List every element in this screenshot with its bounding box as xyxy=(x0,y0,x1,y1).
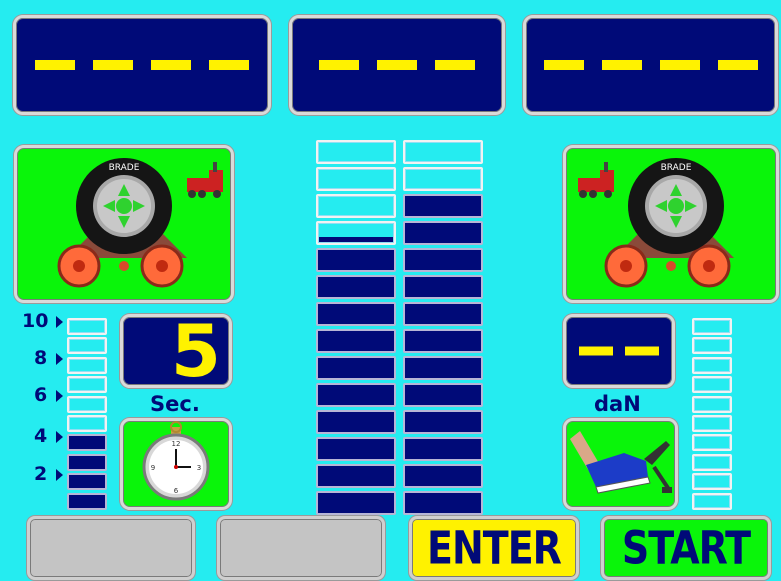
center-left-bar-segment xyxy=(316,302,396,326)
tire-wheel-rollers-icon: BRADE xyxy=(578,158,734,288)
pedal-button[interactable] xyxy=(563,418,678,510)
right-scale-segment xyxy=(692,434,732,452)
force-unit-label: daN xyxy=(594,392,641,416)
right-wheel-panel: BRADE xyxy=(563,145,779,303)
scale-arrow-6 xyxy=(56,390,63,402)
scale-label-6: 6 xyxy=(34,384,48,406)
left-level-scale xyxy=(67,318,107,512)
left-scale-segment xyxy=(67,356,107,374)
scale-label-4: 4 xyxy=(34,425,48,447)
left-scale-segment xyxy=(67,395,107,413)
center-right-bar-segment xyxy=(403,410,483,434)
right-scale-segment xyxy=(692,337,732,355)
center-right-bar-segment xyxy=(403,194,483,218)
svg-text:9: 9 xyxy=(151,464,155,472)
top-left-dashes xyxy=(16,60,268,70)
start-button-label: START xyxy=(621,521,751,575)
force-dashes xyxy=(566,346,672,356)
right-scale-segment xyxy=(692,395,732,413)
soft-key-2[interactable] xyxy=(217,516,385,580)
center-right-bar-segment xyxy=(403,383,483,407)
left-scale-segment xyxy=(67,453,107,471)
svg-text:12: 12 xyxy=(172,440,181,448)
left-scale-segment xyxy=(67,492,107,510)
right-scale-segment xyxy=(692,318,732,335)
center-right-bar-segment xyxy=(403,248,483,272)
center-right-bar-segment xyxy=(403,275,483,299)
stopwatch-icon: 12 3 6 9 xyxy=(142,421,210,501)
center-left-bar-segment xyxy=(316,194,396,218)
center-right-bar-segment xyxy=(403,437,483,461)
center-right-bar-segment xyxy=(403,329,483,353)
center-left-bar-segment xyxy=(316,356,396,380)
center-left-bar-segment xyxy=(316,410,396,434)
scale-label-8: 8 xyxy=(34,347,48,369)
center-left-bar-segment xyxy=(316,140,396,164)
top-center-display xyxy=(289,15,505,115)
center-left-bar-segment xyxy=(316,329,396,353)
timer-value: 5 xyxy=(170,309,221,393)
right-scale-segment xyxy=(692,473,732,491)
tire-wheel-rollers-icon: BRADE xyxy=(57,158,223,288)
soft-key-1[interactable] xyxy=(27,516,195,580)
enter-button[interactable]: ENTER xyxy=(409,516,579,580)
center-left-bar-segment xyxy=(316,275,396,299)
start-button[interactable]: START xyxy=(601,516,771,580)
scale-arrow-4 xyxy=(56,431,63,443)
center-left-bar-segment xyxy=(316,248,396,272)
center-left-bar-segment xyxy=(316,221,396,245)
scale-arrow-8 xyxy=(56,353,63,365)
center-right-bar-segment xyxy=(403,302,483,326)
right-scale-segment xyxy=(692,376,732,394)
center-left-bar-segment xyxy=(316,437,396,461)
top-right-dashes xyxy=(526,60,775,70)
right-scale-segment xyxy=(692,453,732,471)
center-right-bar-segment xyxy=(403,167,483,191)
center-left-bar-segment xyxy=(316,464,396,488)
center-left-bar-segment xyxy=(316,383,396,407)
left-scale-segment xyxy=(67,415,107,432)
center-left-bar-segment xyxy=(316,167,396,191)
center-right-bar-segment xyxy=(403,491,483,515)
right-level-scale xyxy=(692,318,732,512)
center-left-bar-segment xyxy=(316,491,396,515)
timer-display: 5 xyxy=(120,309,232,393)
right-scale-segment xyxy=(692,492,732,510)
top-right-display xyxy=(523,15,778,115)
center-left-bargraph xyxy=(316,140,396,515)
center-right-bar-segment xyxy=(403,356,483,380)
right-scale-segment xyxy=(692,415,732,432)
left-scale-segment xyxy=(67,434,107,452)
timer-unit-label: Sec. xyxy=(150,392,200,416)
scale-arrow-2 xyxy=(56,469,63,481)
scale-arrow-10 xyxy=(56,316,63,328)
left-scale-segment xyxy=(67,376,107,394)
timer-button[interactable]: 12 3 6 9 xyxy=(120,418,232,510)
right-scale-segment xyxy=(692,356,732,374)
left-wheel-panel: BRADE xyxy=(14,145,234,303)
left-scale-segment xyxy=(67,337,107,355)
top-left-display xyxy=(13,15,271,115)
truck-icon xyxy=(187,162,223,198)
truck-icon xyxy=(578,162,614,198)
left-scale-segment xyxy=(67,473,107,491)
center-right-bargraph xyxy=(403,140,483,515)
center-right-bar-segment xyxy=(403,464,483,488)
top-center-dashes xyxy=(292,60,502,70)
scale-label-10: 10 xyxy=(22,310,49,332)
svg-text:6: 6 xyxy=(174,487,179,495)
center-right-bar-segment xyxy=(403,140,483,164)
enter-button-label: ENTER xyxy=(427,521,562,575)
brake-pedal-icon xyxy=(570,431,672,494)
force-display xyxy=(563,314,675,388)
svg-text:BRADE: BRADE xyxy=(661,163,692,173)
svg-text:3: 3 xyxy=(197,464,201,472)
scale-label-2: 2 xyxy=(34,463,48,485)
left-scale-segment xyxy=(67,318,107,335)
center-right-bar-segment xyxy=(403,221,483,245)
svg-text:BRADE: BRADE xyxy=(109,163,140,173)
